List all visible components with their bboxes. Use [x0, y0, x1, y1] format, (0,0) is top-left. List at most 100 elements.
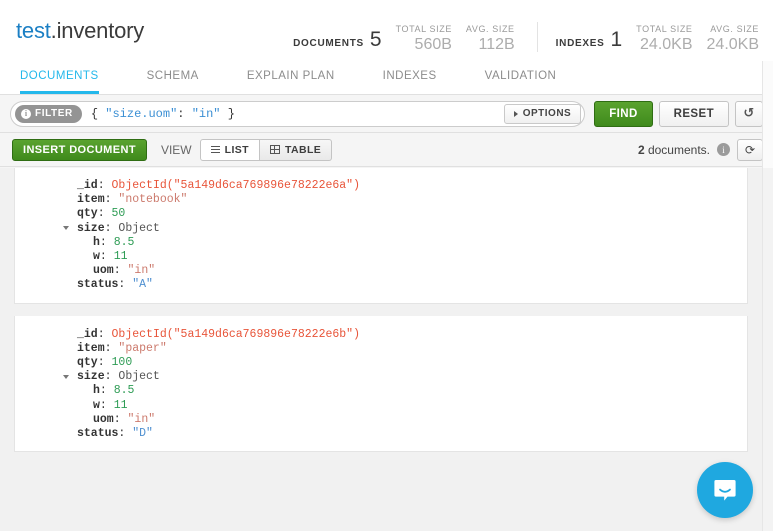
- chat-bubble-icon: [711, 476, 739, 504]
- document-card[interactable]: _id: ObjectId("5a149d6ca769896e78222e6b"…: [14, 316, 748, 453]
- field-key: _id: [77, 179, 98, 192]
- info-icon: i: [21, 109, 31, 119]
- document-field[interactable]: w: 11: [15, 399, 747, 413]
- field-separator: :: [100, 384, 114, 397]
- document-field[interactable]: uom: "in": [15, 264, 747, 278]
- document-field[interactable]: w: 11: [15, 250, 747, 264]
- field-value: "D": [132, 427, 153, 440]
- field-key: size: [77, 222, 105, 235]
- page-scrollbar[interactable]: [762, 61, 773, 168]
- documents-avg-size-value: 112B: [466, 35, 515, 54]
- field-separator: :: [98, 356, 112, 369]
- tab-validation[interactable]: VALIDATION: [485, 70, 557, 94]
- field-separator: :: [98, 179, 112, 192]
- options-button[interactable]: OPTIONS: [504, 104, 582, 124]
- query-brace-close: }: [221, 107, 235, 121]
- document-card[interactable]: _id: ObjectId("5a149d6ca769896e78222e6a"…: [14, 168, 748, 304]
- tab-schema[interactable]: SCHEMA: [147, 70, 199, 94]
- indexes-avg-size: AVG. SIZE 24.0KB: [707, 23, 759, 54]
- field-key: status: [77, 278, 118, 291]
- query-value: "in": [192, 107, 221, 121]
- grid-icon: [270, 145, 280, 154]
- view-table-label: TABLE: [285, 144, 321, 156]
- filter-badge-label: FILTER: [35, 108, 73, 119]
- field-value: "in": [128, 413, 156, 426]
- namespace-title: test.inventory: [16, 18, 144, 44]
- field-key: status: [77, 427, 118, 440]
- view-list-button[interactable]: LIST: [200, 139, 260, 161]
- documents-label: DOCUMENTS: [293, 38, 364, 49]
- field-separator: :: [114, 264, 128, 277]
- documents-total-size-value: 560B: [396, 35, 452, 54]
- document-field[interactable]: _id: ObjectId("5a149d6ca769896e78222e6b"…: [15, 328, 747, 342]
- document-field[interactable]: item: "paper": [15, 342, 747, 356]
- tab-explain-plan[interactable]: EXPLAIN PLAN: [247, 70, 335, 94]
- view-label: VIEW: [161, 143, 192, 157]
- field-key: size: [77, 370, 105, 383]
- field-key: w: [93, 250, 100, 263]
- chat-launcher-button[interactable]: [697, 462, 753, 518]
- field-value: 100: [112, 356, 133, 369]
- caret-right-icon: [514, 111, 518, 117]
- field-value: "notebook": [118, 193, 187, 206]
- indexes-value: 1: [610, 28, 622, 52]
- filter-query-text[interactable]: { "size.uom": "in" }: [91, 107, 235, 121]
- document-field[interactable]: _id: ObjectId("5a149d6ca769896e78222e6a"…: [15, 179, 747, 193]
- field-key: uom: [93, 264, 114, 277]
- query-history-icon[interactable]: ↺: [735, 101, 763, 127]
- field-separator: :: [100, 399, 114, 412]
- field-value: 8.5: [114, 384, 135, 397]
- tab-documents[interactable]: DOCUMENTS: [20, 70, 99, 94]
- refresh-button[interactable]: ⟳: [737, 139, 763, 161]
- document-field[interactable]: status: "A": [15, 278, 747, 292]
- indexes-total-size-value: 24.0KB: [636, 35, 692, 54]
- query-bar: i FILTER { "size.uom": "in" } OPTIONS FI…: [0, 95, 773, 133]
- collection-stats: DOCUMENTS 5 TOTAL SIZE 560B AVG. SIZE 11…: [293, 8, 759, 54]
- field-separator: :: [105, 222, 119, 235]
- view-list-label: LIST: [225, 144, 249, 156]
- document-list-scrollbar[interactable]: [762, 168, 773, 531]
- document-field[interactable]: h: 8.5: [15, 384, 747, 398]
- document-field[interactable]: item: "notebook": [15, 193, 747, 207]
- document-count: 2 documents.: [638, 143, 710, 157]
- document-field[interactable]: qty: 100: [15, 356, 747, 370]
- document-field[interactable]: size: Object: [15, 222, 747, 236]
- field-key: item: [77, 193, 105, 206]
- reset-button[interactable]: RESET: [659, 101, 729, 127]
- indexes-avg-size-label: AVG. SIZE: [707, 23, 759, 35]
- document-field[interactable]: size: Object: [15, 370, 747, 384]
- field-value: "in": [128, 264, 156, 277]
- filter-input[interactable]: i FILTER { "size.uom": "in" } OPTIONS: [10, 101, 585, 127]
- document-field[interactable]: uom: "in": [15, 413, 747, 427]
- document-list: _id: ObjectId("5a149d6ca769896e78222e6a"…: [0, 168, 762, 531]
- indexes-total-size: TOTAL SIZE 24.0KB: [636, 23, 692, 54]
- namespace-database: test: [16, 18, 51, 43]
- mongodb-compass-window: test.inventory DOCUMENTS 5 TOTAL SIZE 56…: [0, 0, 773, 531]
- namespace-collection: inventory: [57, 18, 144, 43]
- field-key: h: [93, 236, 100, 249]
- insert-document-button[interactable]: INSERT DOCUMENT: [12, 139, 147, 161]
- info-icon[interactable]: i: [717, 143, 730, 156]
- filter-badge[interactable]: i FILTER: [15, 105, 82, 123]
- field-separator: :: [98, 207, 112, 220]
- field-key: _id: [77, 328, 98, 341]
- field-separator: :: [105, 370, 119, 383]
- document-field[interactable]: qty: 50: [15, 207, 747, 221]
- document-field[interactable]: status: "D": [15, 427, 747, 441]
- find-button[interactable]: FIND: [594, 101, 652, 127]
- documents-avg-size: AVG. SIZE 112B: [466, 23, 515, 54]
- field-value: ObjectId("5a149d6ca769896e78222e6a"): [112, 179, 360, 192]
- documents-avg-size-label: AVG. SIZE: [466, 23, 515, 35]
- field-key: qty: [77, 356, 98, 369]
- field-value: ObjectId("5a149d6ca769896e78222e6b"): [112, 328, 360, 341]
- options-label: OPTIONS: [523, 108, 572, 119]
- document-count-area: 2 documents. i ⟳: [638, 139, 763, 161]
- field-value: 50: [112, 207, 126, 220]
- chevron-down-icon[interactable]: [63, 226, 69, 230]
- document-field[interactable]: h: 8.5: [15, 236, 747, 250]
- chevron-down-icon[interactable]: [63, 375, 69, 379]
- view-table-button[interactable]: TABLE: [260, 139, 332, 161]
- tab-indexes[interactable]: INDEXES: [383, 70, 437, 94]
- collection-tabs: DOCUMENTS SCHEMA EXPLAIN PLAN INDEXES VA…: [0, 61, 773, 95]
- field-value: "A": [132, 278, 153, 291]
